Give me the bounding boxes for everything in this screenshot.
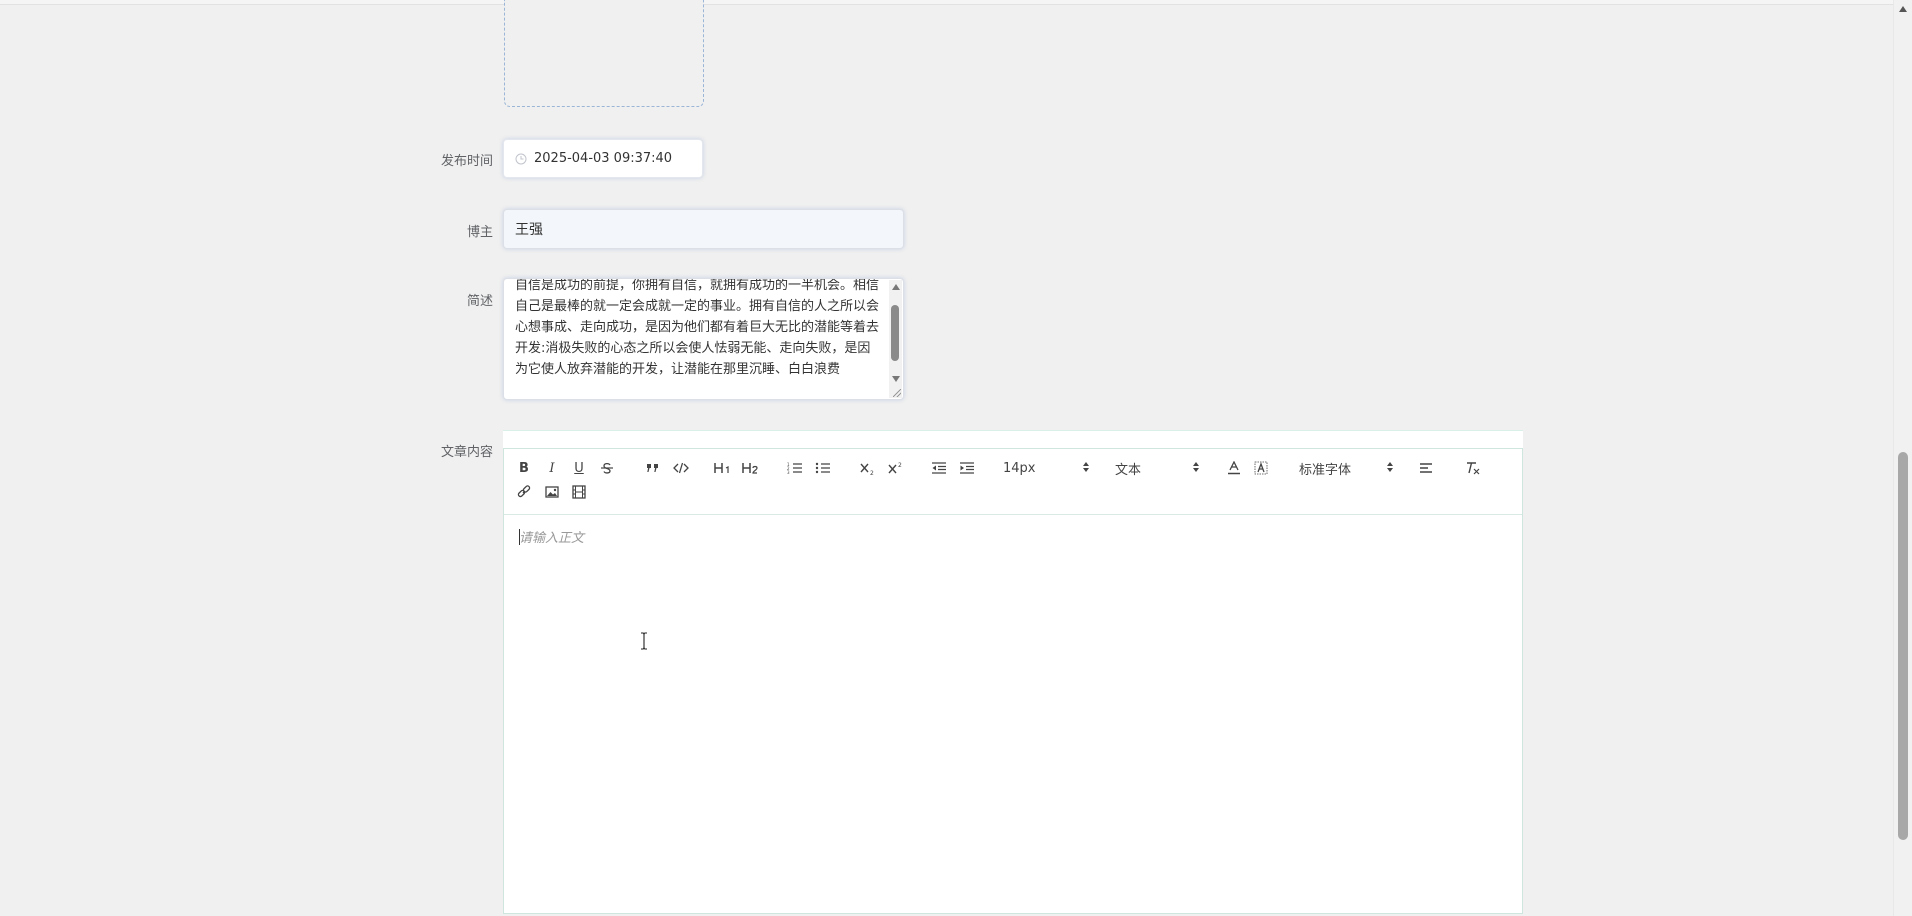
subscript-icon[interactable]: 2 [858,457,878,479]
top-divider [0,0,1893,5]
h1-icon[interactable] [713,457,733,479]
publish-time-label: 发布时间 [440,154,493,169]
font-size-picker[interactable]: 14px [1003,457,1091,479]
svg-text:3: 3 [787,470,790,474]
superscript-icon[interactable]: 2 [886,457,906,479]
resize-handle-icon[interactable] [893,389,901,397]
content-label: 文章内容 [440,445,493,460]
editor-top-strip [503,430,1523,449]
header-style-picker[interactable]: 文本 [1115,457,1201,479]
summary-label: 简述 [466,294,493,309]
page-scrollbar[interactable] [1893,0,1912,916]
header-style-value: 文本 [1115,462,1142,478]
image-icon[interactable] [544,481,560,503]
video-icon[interactable] [571,481,587,503]
scroll-up-arrow-icon[interactable] [1899,6,1907,12]
bold-icon[interactable]: B [516,457,532,479]
svg-text:2: 2 [898,462,902,469]
link-icon[interactable] [516,481,532,503]
italic-icon[interactable]: I [544,457,560,479]
blogger-label: 博主 [466,225,493,240]
summary-textarea[interactable]: 自信是成功的前提，你拥有自信，就拥有成功的一半机会。相信自己是最棒的就一定会成就… [503,278,904,400]
publish-time-value: 2025-04-03 09:37:40 [534,151,673,166]
summary-scrollbar[interactable] [889,280,902,398]
font-family-picker[interactable]: 标准字体 [1299,457,1395,479]
underline-icon[interactable]: U [571,457,587,479]
outdent-icon[interactable] [930,457,948,479]
ibeam-cursor-icon [641,632,647,650]
editor-toolbar: B I U 123 2 2 14px 文本 标准字体 [504,449,1522,515]
chevron-up-down-icon [1193,462,1201,474]
svg-text:2: 2 [870,470,874,475]
strike-icon[interactable] [599,457,615,479]
editor-placeholder: 请输入正文 [519,531,585,546]
chevron-up-down-icon [1083,462,1091,474]
font-color-icon[interactable] [1226,457,1242,479]
scroll-up-arrow-icon[interactable] [892,284,900,290]
align-icon[interactable] [1418,457,1434,479]
editor-content-area[interactable]: 请输入正文 [504,515,1522,913]
publish-time-input[interactable]: 2025-04-03 09:37:40 [503,139,703,178]
page: 发布时间 2025-04-03 09:37:40 博主 王强 简述 自信是成功的… [0,0,1912,916]
bullet-list-icon[interactable] [814,457,832,479]
h2-icon[interactable] [741,457,761,479]
indent-icon[interactable] [958,457,976,479]
rich-text-editor: B I U 123 2 2 14px 文本 标准字体 请输入正文 [503,448,1523,914]
blogger-input[interactable]: 王强 [503,209,904,249]
font-size-value: 14px [1003,460,1036,476]
summary-text: 自信是成功的前提，你拥有自信，就拥有成功的一半机会。相信自己是最棒的就一定会成就… [515,278,880,377]
cover-upload-box[interactable] [504,0,704,107]
ordered-list-icon[interactable]: 123 [786,457,804,479]
blockquote-icon[interactable] [645,457,661,479]
code-block-icon[interactable] [672,457,690,479]
scroll-thumb[interactable] [891,305,899,361]
chevron-up-down-icon [1387,462,1395,474]
scroll-down-arrow-icon[interactable] [892,376,900,382]
clear-format-icon[interactable] [1465,457,1481,479]
clock-icon [514,152,528,166]
font-family-value: 标准字体 [1299,462,1352,478]
background-color-icon[interactable] [1253,457,1269,479]
page-scroll-thumb[interactable] [1898,452,1908,840]
blogger-value: 王强 [515,222,543,238]
